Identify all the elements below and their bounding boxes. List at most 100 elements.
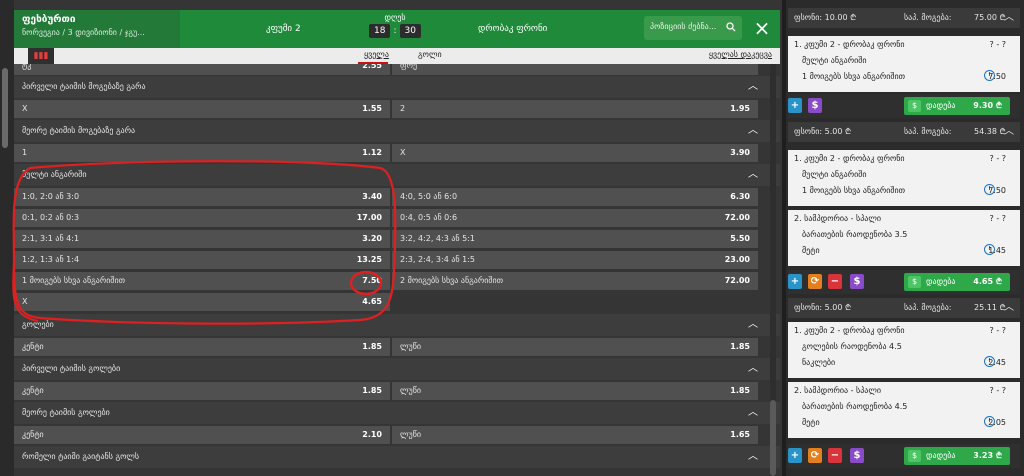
selection-match: 1. კფუმი 2 - დრობაკ ფრონი	[794, 326, 905, 335]
odd-cell[interactable]: ლუწი 1.85	[392, 382, 758, 400]
market-header-first-half-winner[interactable]: პირველი ტაიმის მოგებაზე გარა ︿	[14, 76, 780, 98]
odd-value: 2.10	[362, 430, 382, 439]
odd-cell[interactable]: კენტი 1.85	[14, 382, 390, 400]
tab-goal[interactable]: გოლი	[418, 50, 442, 59]
odd-cell[interactable]: 1 1.12	[14, 144, 390, 162]
odd-cell[interactable]: 1:0, 2:0 ან 3:0 3.40	[14, 188, 390, 206]
place-bet-button[interactable]: $ დადება 4.65 ₾	[904, 273, 1010, 291]
odd-cell[interactable]: 2 1.95	[392, 100, 758, 118]
market-header-second-half-winner[interactable]: მეორე ტაიმის მოგებაზე გარა ︿	[14, 120, 780, 142]
chevron-up-icon[interactable]: ︿	[748, 446, 758, 468]
possible-win-value: 25.11 ₾	[974, 303, 1006, 312]
chevron-up-icon[interactable]: ︿	[1004, 8, 1014, 28]
add-icon[interactable]: +	[788, 448, 802, 463]
add-icon[interactable]: +	[788, 274, 802, 289]
chevron-up-icon[interactable]: ︿	[748, 120, 758, 142]
odd-cell[interactable]: კენტი 2.10	[14, 426, 390, 444]
add-icon[interactable]: +	[788, 98, 802, 113]
possible-win: საპ. მოგება: 54.38 ₾	[904, 122, 1006, 142]
stats-icon[interactable]: ▮▮▮	[28, 48, 54, 64]
odd-cell[interactable]: 1:2, 1:3 ან 1:4 13.25	[14, 251, 390, 269]
remove-icon[interactable]: −	[828, 274, 842, 289]
swap-icon[interactable]: ⟳	[808, 274, 822, 289]
odd-value: 1.85	[730, 342, 750, 351]
chevron-up-icon[interactable]: ︿	[1004, 298, 1014, 318]
selection-odd: 2.05	[988, 418, 1006, 427]
bet-card-header[interactable]: ფსონი: 10.00 ₾ საპ. მოგება: 75.00 ₾ ︿	[788, 8, 1020, 28]
outcome-name: ტკ	[22, 64, 32, 70]
odd-cell[interactable]: 4:0, 5:0 ან 6:0 6.30	[392, 188, 758, 206]
market-title: მულტი ანგარიში	[22, 170, 87, 179]
odd-cell[interactable]: 2:3, 2:4, 3:4 ან 1:5 23.00	[392, 251, 758, 269]
betslip-scrollbar[interactable]	[782, 0, 786, 476]
dollar-icon[interactable]: $	[808, 98, 822, 113]
bet-card-header[interactable]: ფსონი: 5.00 ₾ საპ. მოგება: 54.38 ₾ ︿	[788, 122, 1020, 142]
team-away: დრობაკ ფრონი	[478, 24, 548, 34]
remove-icon[interactable]: −	[828, 448, 842, 463]
close-icon[interactable]: ×	[748, 14, 776, 42]
odd-cell[interactable]: ფრე	[392, 64, 758, 75]
outcome-name: 1:0, 2:0 ან 3:0	[22, 192, 80, 201]
collapse-all-link[interactable]: ყველას დაკეცვა	[709, 50, 772, 59]
swap-icon[interactable]: ⟳	[808, 448, 822, 463]
possible-win: საპ. მოგება: 75.00 ₾	[904, 8, 1006, 28]
outcome-name: 2:3, 2:4, 3:4 ან 1:5	[400, 255, 475, 264]
chevron-up-icon[interactable]: ︿	[748, 314, 758, 336]
chevron-up-icon[interactable]: ︿	[1004, 122, 1014, 142]
tab-all[interactable]: ყველა	[364, 50, 389, 59]
odd-cell[interactable]: X 1.55	[14, 100, 390, 118]
cash-icon: $	[908, 276, 921, 288]
selection-pick: 1 მოიგებს სხვა ანგარიშით	[802, 186, 906, 195]
market-header-second-half-goals[interactable]: მეორე ტაიმის გოლები ︿	[14, 402, 780, 424]
odd-cell[interactable]: ტკ 2.55	[14, 64, 390, 75]
possible-win-value: 75.00 ₾	[974, 13, 1006, 22]
odd-cell[interactable]: 2 მოიგებს სხვა ანგარიშით 72.00	[392, 272, 758, 290]
bet-actions: + $ $ დადება 9.30 ₾	[788, 94, 1020, 118]
odd-cell[interactable]: X 3.90	[392, 144, 758, 162]
market-title: პირველი ტაიმის მოგებაზე გარა	[22, 82, 146, 91]
dollar-icon[interactable]: $	[850, 448, 864, 463]
chevron-up-icon[interactable]: ︿	[748, 164, 758, 186]
odd-cell[interactable]: X 4.65	[14, 293, 390, 311]
outcome-name: X	[22, 297, 28, 306]
hour-box: 18	[369, 24, 391, 38]
chevron-up-icon[interactable]: ︿	[748, 358, 758, 380]
market-header-first-half-goals[interactable]: პირველი ტაიმის გოლები ︿	[14, 358, 780, 380]
match-header: ფეხბურთი ნორვეგია / 3 დივიზიონი / ჯგუ...…	[14, 10, 780, 48]
market-header-multi-score[interactable]: მულტი ანგარიში ︿	[14, 164, 780, 186]
selection-pick: მეტი	[802, 418, 820, 427]
odd-value: 1.85	[362, 386, 382, 395]
markets-scrollbar-thumb[interactable]	[770, 400, 776, 476]
odd-cell[interactable]: 3:2, 4:2, 4:3 ან 5:1 5.50	[392, 230, 758, 248]
selection-score: ? - ?	[989, 154, 1006, 163]
odd-cell[interactable]: 2:1, 3:1 ან 4:1 3.20	[14, 230, 390, 248]
odd-cell[interactable]: 0:4, 0:5 ან 0:6 72.00	[392, 209, 758, 227]
odd-value: 6.30	[730, 192, 750, 201]
odd-value: 1.85	[362, 342, 382, 351]
place-bet-button[interactable]: $ დადება 3.23 ₾	[904, 447, 1010, 465]
search-placeholder: პოზიციის ძებნა...	[650, 22, 717, 31]
cash-icon: $	[908, 450, 921, 462]
market-search-input[interactable]: პოზიციის ძებნა...	[644, 16, 742, 40]
odd-cell[interactable]: 0:1, 0:2 ან 0:3 17.00	[14, 209, 390, 227]
outcome-name: 4:0, 5:0 ან 6:0	[400, 192, 458, 201]
bet-card-header[interactable]: ფსონი: 5.00 ₾ საპ. მოგება: 25.11 ₾ ︿	[788, 298, 1020, 318]
dollar-icon[interactable]: $	[850, 274, 864, 289]
left-scrollbar[interactable]	[2, 68, 8, 148]
odd-cell[interactable]: ლუწი 1.85	[392, 338, 758, 356]
selection-odd: 2.45	[988, 358, 1006, 367]
odd-cell[interactable]: ლუწი 1.65	[392, 426, 758, 444]
place-bet-button[interactable]: $ დადება 9.30 ₾	[904, 97, 1010, 115]
odd-value: 72.00	[724, 213, 750, 222]
betslip-panel: ფსონი: 10.00 ₾ საპ. მოგება: 75.00 ₾ ︿ 1.…	[782, 0, 1024, 476]
market-header-which-half[interactable]: რომელი ტაიმი გაიტანს გოლს ︿	[14, 446, 780, 468]
minute-box: 30	[399, 24, 421, 38]
selection-item: 1. კფუმი 2 - დრობაკ ფრონი ? - ? მულტი ან…	[788, 36, 1020, 92]
odd-cell-selected[interactable]: 1 მოიგებს სხვა ანგარიშით 7.50	[14, 272, 390, 290]
sport-block[interactable]: ფეხბურთი ნორვეგია / 3 დივიზიონი / ჯგუ...	[14, 10, 180, 48]
betting-app: ფეხბურთი ნორვეგია / 3 დივიზიონი / ჯგუ...…	[0, 0, 1024, 476]
chevron-up-icon[interactable]: ︿	[748, 76, 758, 98]
chevron-up-icon[interactable]: ︿	[748, 402, 758, 424]
market-header-goals[interactable]: გოლები ︿	[14, 314, 780, 336]
odd-cell[interactable]: კენტი 1.85	[14, 338, 390, 356]
